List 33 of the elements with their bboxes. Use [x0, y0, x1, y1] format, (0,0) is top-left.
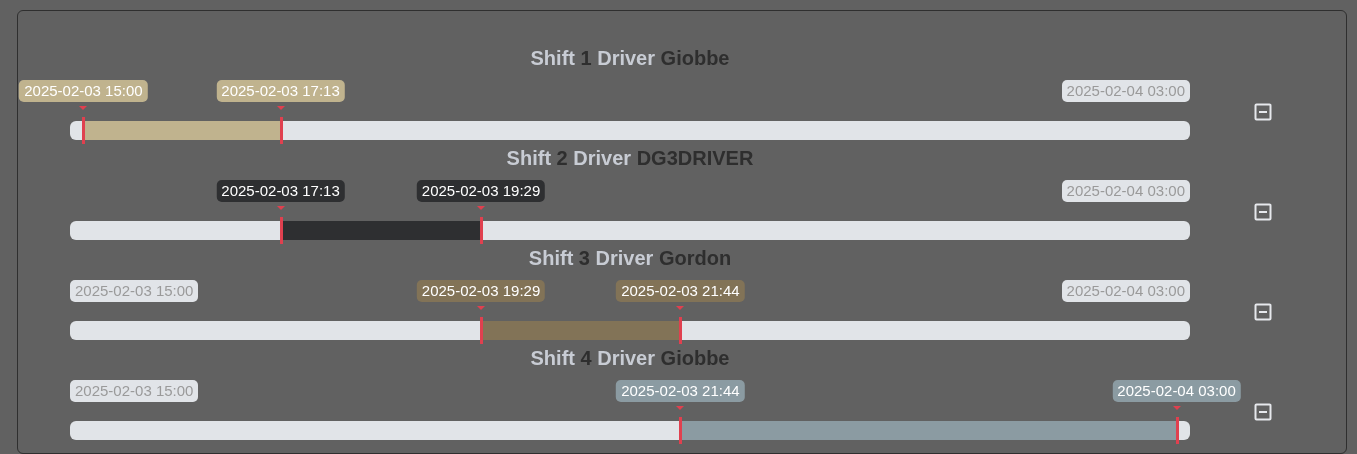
- time-marker[interactable]: [480, 317, 484, 344]
- time-marker[interactable]: [480, 217, 484, 244]
- time-label: 2025-02-04 03:00: [1112, 380, 1241, 402]
- pointer-icon: [276, 106, 285, 110]
- time-label: 2025-02-03 19:29: [416, 280, 546, 302]
- time-label: 2025-02-03 21:44: [616, 280, 745, 302]
- time-marker[interactable]: [679, 317, 683, 344]
- time-label: 2025-02-03 19:29: [416, 180, 546, 202]
- time-label: 2025-02-03 17:13: [216, 80, 345, 102]
- pointer-icon: [676, 406, 685, 410]
- range-end-label: 2025-02-04 03:00: [1061, 80, 1190, 102]
- collapse-icon[interactable]: [1254, 403, 1272, 421]
- range-start-label: 2025-02-03 15:00: [70, 380, 199, 402]
- collapse-icon[interactable]: [1254, 103, 1272, 121]
- pointer-icon: [676, 306, 685, 310]
- time-marker[interactable]: [279, 117, 283, 144]
- time-marker[interactable]: [82, 117, 86, 144]
- pointer-icon: [1172, 406, 1181, 410]
- pointer-icon: [276, 206, 285, 210]
- time-marker[interactable]: [1175, 417, 1179, 444]
- time-label: 2025-02-03 17:13: [216, 180, 345, 202]
- time-marker[interactable]: [679, 417, 683, 444]
- time-label: 2025-02-03 21:44: [616, 380, 745, 402]
- range-end-label: 2025-02-04 03:00: [1061, 280, 1190, 302]
- range-end-label: 2025-02-04 03:00: [1061, 180, 1190, 202]
- time-marker[interactable]: [279, 217, 283, 244]
- collapse-icon[interactable]: [1254, 303, 1272, 321]
- pointer-icon: [79, 106, 88, 110]
- pointer-icon: [477, 306, 486, 310]
- pointer-icon: [477, 206, 486, 210]
- time-label: 2025-02-03 15:00: [19, 80, 148, 102]
- range-start-label: 2025-02-03 15:00: [70, 280, 199, 302]
- collapse-icon[interactable]: [1254, 203, 1272, 221]
